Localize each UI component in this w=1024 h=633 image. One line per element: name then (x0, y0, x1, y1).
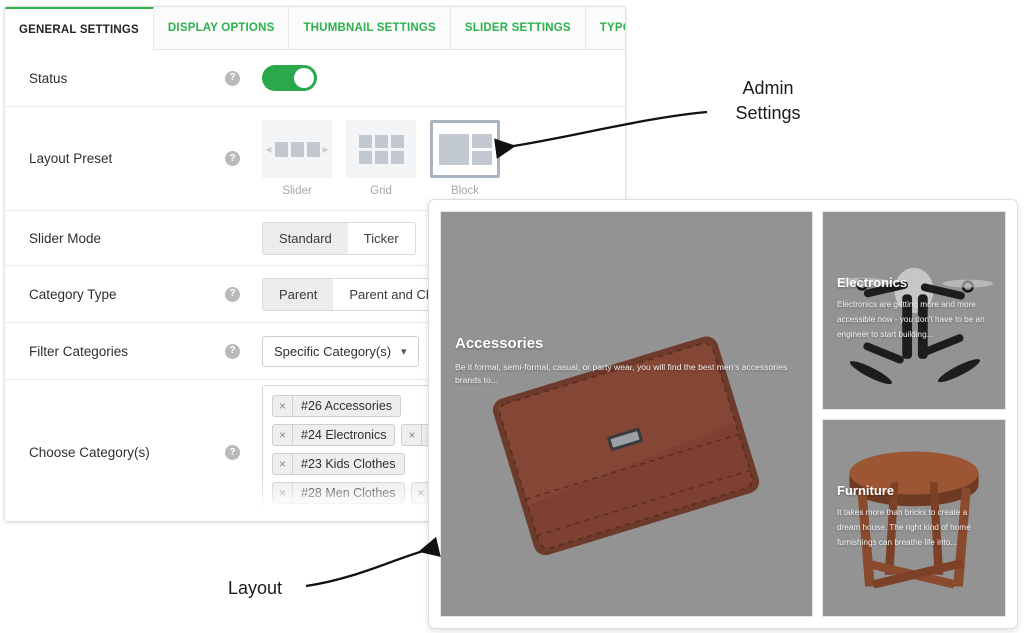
help-circle-icon[interactable]: ? (225, 151, 240, 166)
layout-preset-grid[interactable]: Grid (346, 120, 416, 197)
help-placeholder (225, 231, 240, 246)
annotation-admin-settings: Admin Settings (735, 78, 801, 124)
preview-column-left: Accessories Be it formal, semi-formal, c… (440, 211, 813, 617)
category-chip[interactable]: × #24 Electronics (272, 423, 396, 446)
tab-slider-settings[interactable]: SLIDER SETTINGS (450, 7, 586, 49)
choose-categories-label: Choose Category(s) (29, 445, 150, 460)
filter-categories-select[interactable]: Specific Category(s) ▾ (262, 335, 419, 367)
help-circle-icon[interactable]: ? (225, 286, 240, 302)
preview-card-text: Be it formal, semi-formal, casual, or pa… (455, 362, 788, 386)
close-icon[interactable]: × (273, 395, 293, 416)
close-icon[interactable]: × (273, 453, 293, 474)
preview-column-right: Electronics Electronics are getting more… (822, 211, 1006, 617)
preview-card-title: Electronics (837, 275, 908, 290)
layout-preview-panel: Accessories Be it formal, semi-formal, c… (428, 199, 1018, 629)
help-circle-icon[interactable]: ? (225, 445, 240, 460)
tab-thumbnail-settings[interactable]: THUMBNAIL SETTINGS (289, 7, 451, 49)
tab-label: DISPLAY OPTIONS (167, 22, 275, 34)
preview-card-electronics[interactable]: Electronics Electronics are getting more… (822, 211, 1006, 410)
category-chip[interactable]: × #26 Accessories (272, 394, 402, 417)
close-icon[interactable]: × (273, 424, 293, 445)
chip-label: #24 Electronics (301, 427, 387, 442)
tab-label: GENERAL SETTINGS (19, 23, 139, 36)
block-layout-icon (438, 133, 492, 165)
preview-card-text: Electronics are getting more and more ac… (837, 300, 985, 340)
layout-preset-options: ◀ ▶ Slider Grid Block (262, 120, 500, 197)
screenshot-root: GENERAL SETTINGS DISPLAY OPTIONS THUMBNA… (0, 0, 1024, 633)
close-icon[interactable]: × (402, 424, 423, 445)
chevron-down-icon: ▾ (401, 345, 407, 358)
preset-thumb (430, 120, 500, 178)
wallet-image (441, 212, 812, 616)
slider-mode-label: Slider Mode (29, 230, 102, 246)
chip-label: #23 Kids Clothes (301, 456, 396, 471)
tab-label: TYPOGRAPHY (599, 22, 625, 34)
slider-layout-icon: ◀ ▶ (265, 141, 329, 157)
tab-label: THUMBNAIL SETTINGS (303, 22, 436, 34)
tab-display-options[interactable]: DISPLAY OPTIONS (153, 7, 290, 49)
layout-preset-block[interactable]: Block (430, 120, 500, 197)
preset-label: Slider (282, 185, 312, 197)
preview-card-accessories[interactable]: Accessories Be it formal, semi-formal, c… (440, 211, 813, 617)
settings-tabbar: GENERAL SETTINGS DISPLAY OPTIONS THUMBNA… (5, 7, 625, 50)
preset-thumb (346, 120, 416, 178)
close-icon[interactable]: × (273, 482, 293, 503)
slider-mode-standard[interactable]: Standard (263, 222, 348, 254)
status-label: Status (29, 70, 68, 86)
category-type-label: Category Type (29, 286, 117, 302)
status-control (262, 65, 625, 91)
preset-label: Grid (370, 185, 392, 197)
category-type-parent[interactable]: Parent (263, 278, 334, 310)
preview-card-caption: Furniture It takes more than bricks to c… (823, 483, 1005, 551)
preview-card-caption: Accessories Be it formal, semi-formal, c… (441, 335, 812, 388)
tab-general-settings[interactable]: GENERAL SETTINGS (5, 7, 154, 50)
status-toggle[interactable] (262, 65, 317, 91)
preview-card-title: Accessories (455, 335, 544, 352)
help-circle-icon[interactable]: ? (225, 343, 240, 359)
layout-preset-control: ◀ ▶ Slider Grid Block (262, 120, 625, 197)
annotation-layout: Layout (228, 578, 283, 598)
slider-mode-ticker[interactable]: Ticker (347, 222, 415, 254)
chip-label: #26 Accessories (301, 398, 393, 413)
preview-card-furniture[interactable]: Furniture It takes more than bricks to c… (822, 418, 1006, 617)
row-layout-preset: Layout Preset ? ◀ ▶ Slider Grid Block (5, 107, 625, 211)
preview-card-text: It takes more than bricks to create a dr… (837, 507, 971, 547)
preview-card-caption: Electronics Electronics are getting more… (823, 275, 1005, 343)
tab-label: SLIDER SETTINGS (464, 22, 571, 34)
help-circle-icon[interactable]: ? (225, 70, 240, 86)
row-status: Status ? (5, 50, 625, 107)
preset-label: Block (450, 185, 480, 197)
tab-typography[interactable]: TYPOGRAPHY (585, 7, 625, 49)
filter-categories-label: Filter Categories (29, 343, 129, 359)
toggle-knob (294, 68, 314, 88)
preview-card-title: Furniture (837, 482, 895, 498)
slider-mode-group: Standard Ticker (262, 221, 416, 255)
select-value: Specific Category(s) (274, 343, 392, 359)
layout-preset-slider[interactable]: ◀ ▶ Slider (262, 120, 332, 197)
grid-layout-icon (358, 134, 404, 164)
chip-label: #28 Men Clothes (301, 485, 396, 500)
category-chip[interactable]: × #23 Kids Clothes (272, 452, 405, 475)
preset-thumb: ◀ ▶ (262, 120, 332, 178)
arrow-layout (305, 536, 441, 588)
layout-preset-label: Layout Preset (29, 151, 113, 166)
category-chip[interactable]: × #28 Men Clothes (272, 481, 405, 504)
